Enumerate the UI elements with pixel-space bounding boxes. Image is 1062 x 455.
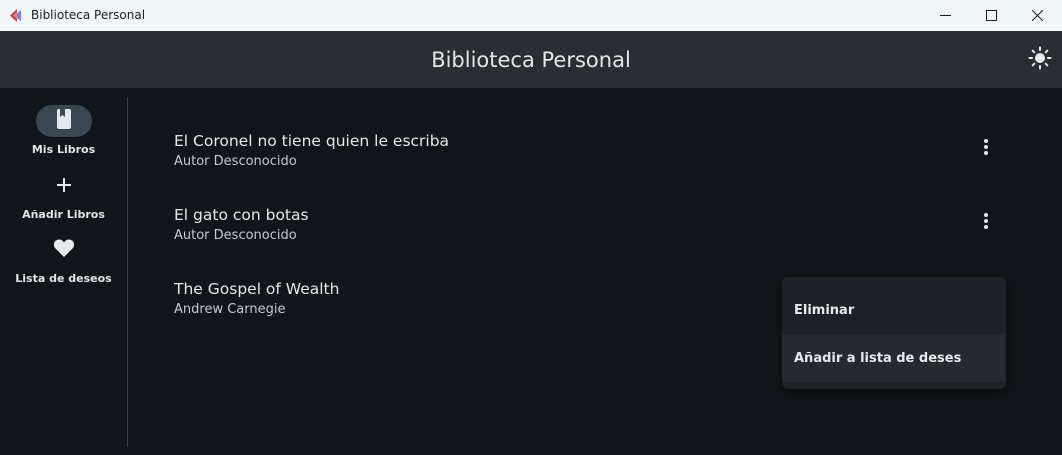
book-options-button[interactable]: [974, 137, 998, 161]
add-to-wishlist-menu-item[interactable]: Añadir a lista de deses: [782, 334, 1006, 382]
rail-active-indicator: [36, 105, 92, 137]
book-author: Andrew Carnegie: [174, 302, 286, 317]
app-bar: Biblioteca Personal: [0, 31, 1062, 88]
page-title: Biblioteca Personal: [431, 48, 631, 72]
rail-icon-container: [36, 171, 92, 203]
app-window: Biblioteca Personal Biblioteca Personal: [0, 0, 1062, 455]
list-item[interactable]: The Gospel of Wealth Andrew Carnegie: [174, 279, 764, 318]
book-author: Autor Desconocido: [174, 154, 297, 169]
close-button[interactable]: [1014, 0, 1060, 31]
rail-icon-container: [36, 234, 92, 266]
book-options-button[interactable]: [974, 211, 998, 235]
rail-item-label: Lista de deseos: [15, 272, 112, 285]
window-titlebar[interactable]: Biblioteca Personal: [0, 0, 1062, 31]
list-item[interactable]: El gato con botas Autor Desconocido: [174, 205, 934, 244]
book-author: Autor Desconocido: [174, 228, 297, 243]
sun-icon: [1028, 46, 1052, 74]
more-vert-icon: [983, 138, 989, 160]
rail-item-label: Mis Libros: [31, 143, 96, 156]
theme-toggle-button[interactable]: [1027, 46, 1053, 74]
rail-divider: [127, 97, 128, 447]
book-title: El gato con botas: [174, 206, 309, 224]
navigation-rail: Mis Libros Añadir Libros Lista de deseos: [0, 88, 127, 455]
close-icon: [1031, 10, 1043, 21]
plus-icon: [56, 177, 72, 197]
app-logo-icon: [9, 8, 24, 23]
maximize-icon: [985, 10, 997, 21]
book-title: El Coronel no tiene quien le escriba: [174, 132, 450, 150]
more-vert-icon: [983, 212, 989, 234]
heart-icon: [53, 238, 75, 262]
book-options-menu: Eliminar Añadir a lista de deses: [782, 277, 1006, 389]
book-icon: [56, 109, 72, 133]
book-title: The Gospel of Wealth: [174, 280, 340, 298]
minimize-button[interactable]: [922, 0, 968, 31]
list-item[interactable]: El Coronel no tiene quien le escriba Aut…: [174, 131, 934, 170]
minimize-icon: [939, 10, 951, 21]
maximize-button[interactable]: [968, 0, 1014, 31]
delete-menu-item[interactable]: Eliminar: [782, 286, 1006, 334]
rail-item-label: Añadir Libros: [22, 208, 105, 221]
rail-item-lista-de-deseos[interactable]: Lista de deseos: [0, 234, 127, 290]
rail-item-mis-libros[interactable]: Mis Libros: [0, 105, 127, 159]
rail-item-anadir-libros[interactable]: Añadir Libros: [0, 171, 127, 225]
window-title: Biblioteca Personal: [31, 8, 146, 22]
